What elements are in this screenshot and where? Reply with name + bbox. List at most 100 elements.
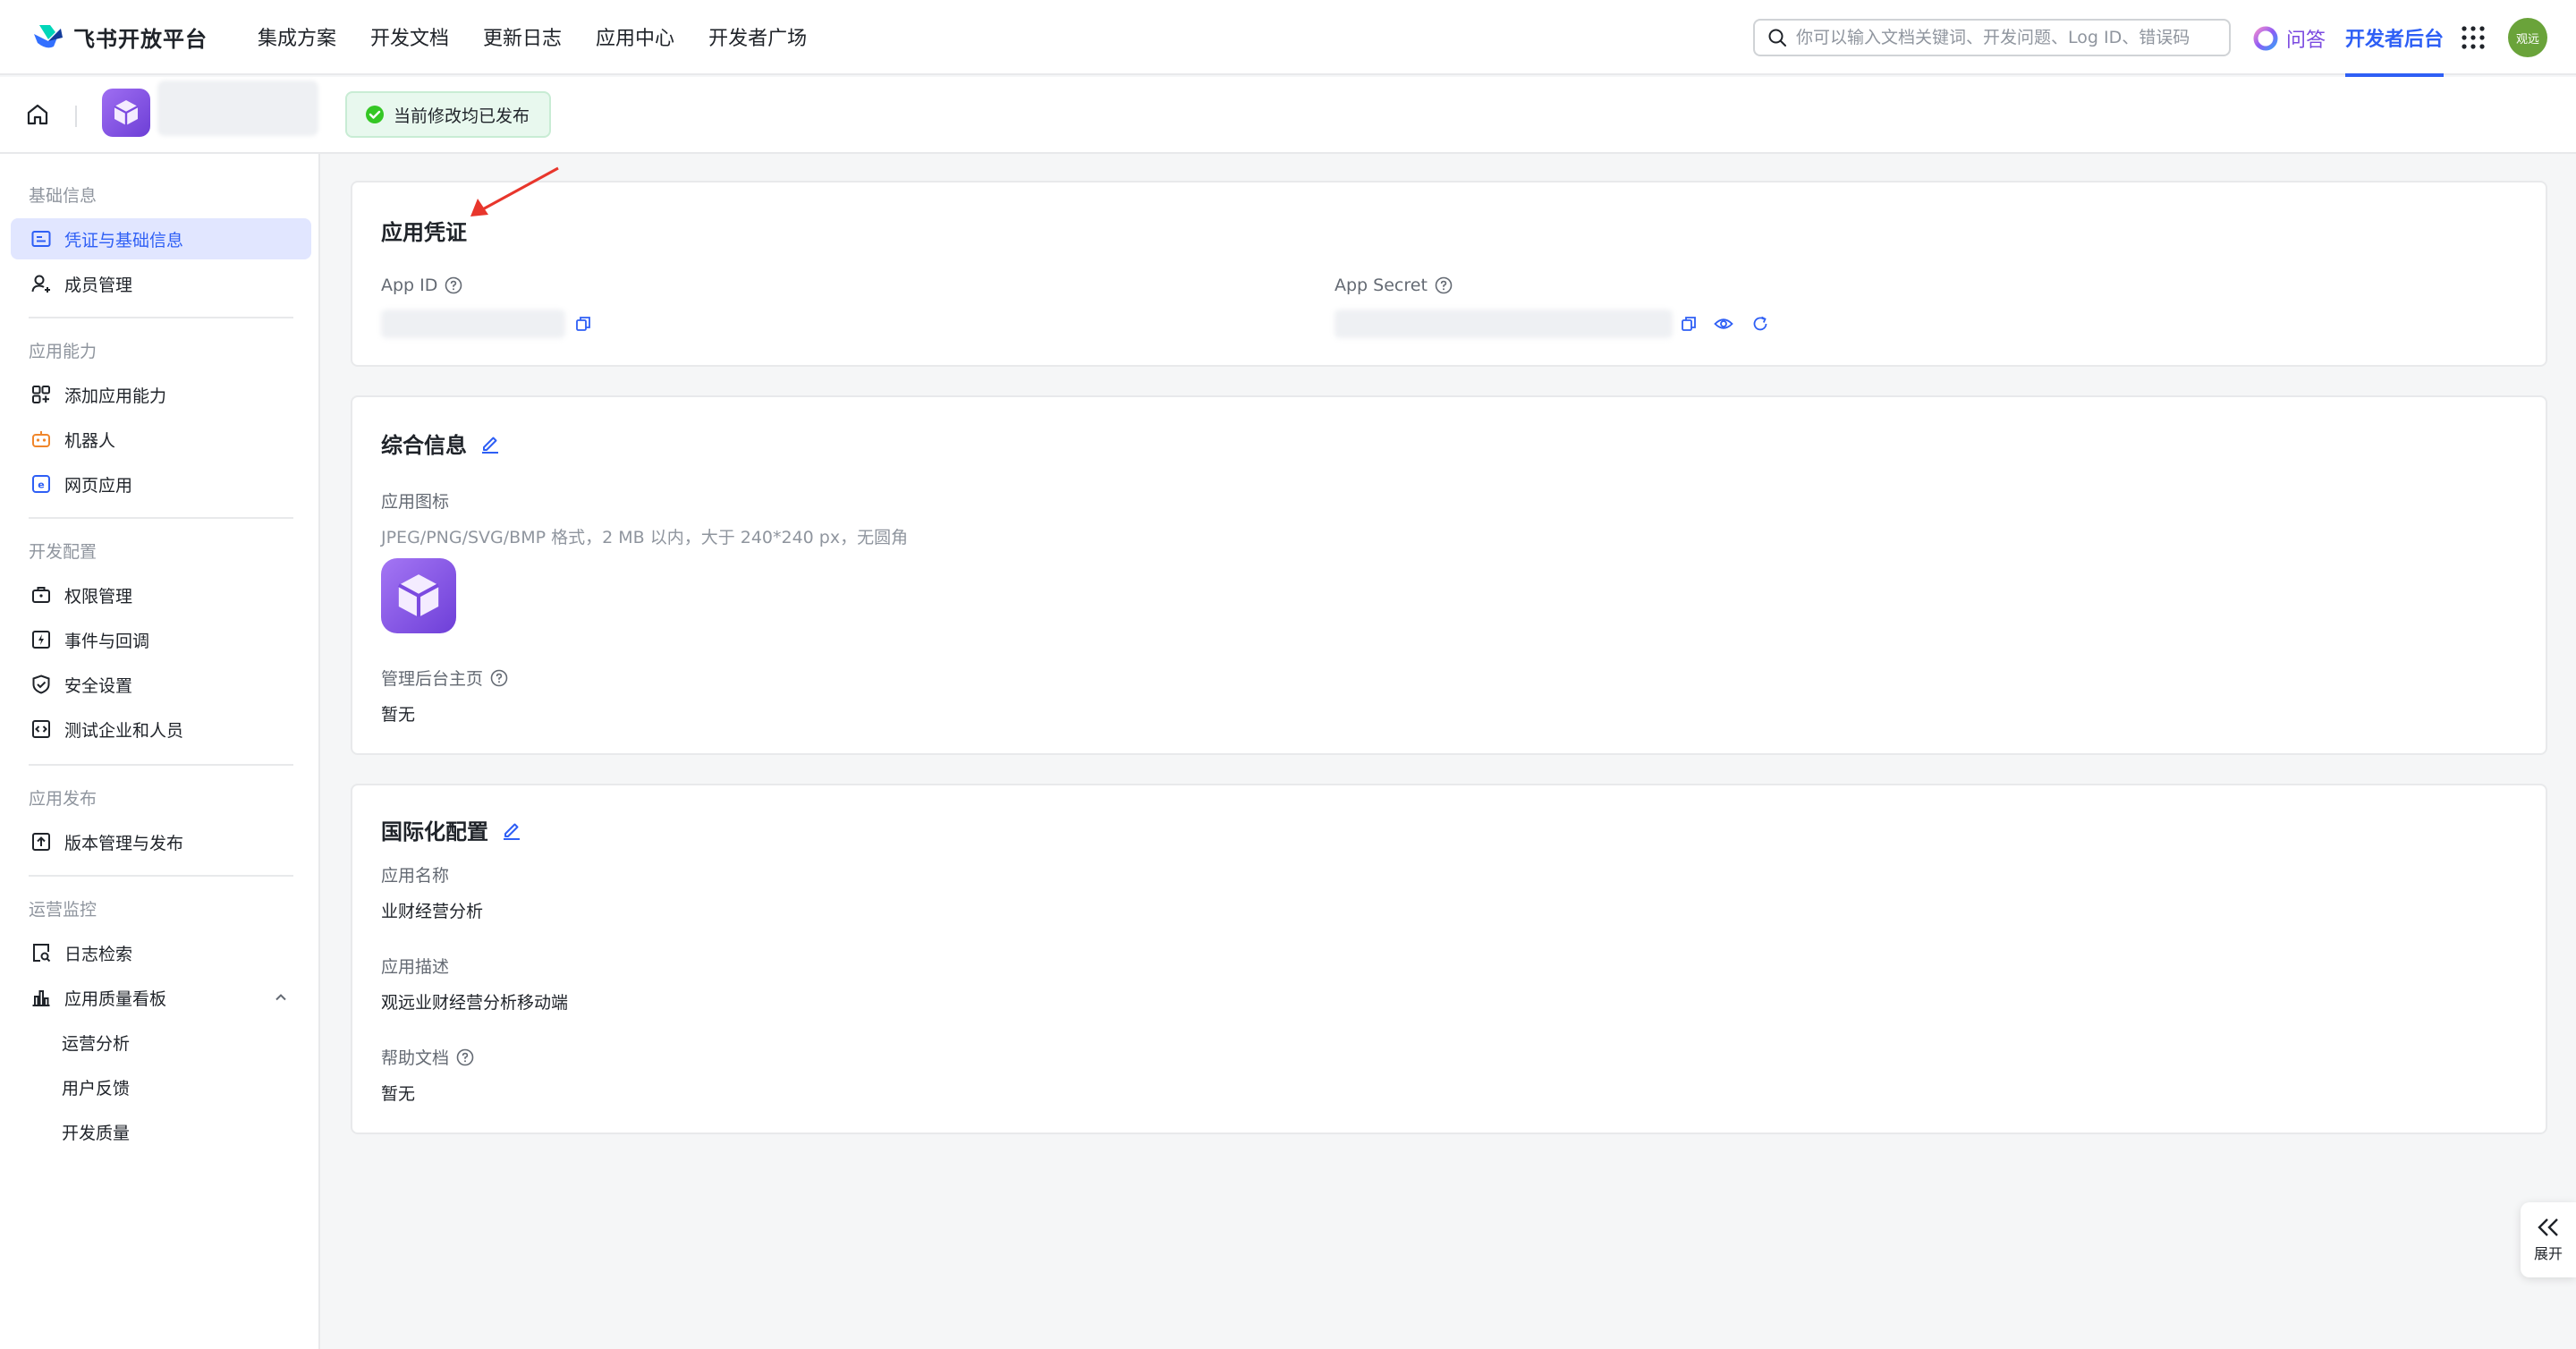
admin-home-label-text: 管理后台主页 [381, 669, 484, 689]
web-app-icon: e [32, 475, 50, 493]
sidebar-item-log-search[interactable]: 日志检索 [11, 932, 311, 973]
user-add-icon [31, 275, 50, 293]
ai-ring-icon [2253, 26, 2278, 51]
admin-home-label: 管理后台主页 [381, 666, 508, 690]
divider [29, 764, 293, 766]
chevron-up-icon[interactable] [272, 988, 290, 1006]
sidebar-subitem-feedback[interactable]: 用户反馈 [11, 1066, 311, 1107]
copy-icon[interactable] [1680, 315, 1698, 333]
expand-panel-button[interactable]: 展开 [2521, 1202, 2576, 1277]
sidebar-item-label: 添加应用能力 [64, 386, 167, 406]
main-nav: 集成方案 开发文档 更新日志 应用中心 开发者广场 [258, 22, 841, 51]
annotation-arrow-icon [470, 166, 559, 216]
help-icon[interactable] [1435, 276, 1453, 294]
sidebar-item-label: 权限管理 [64, 586, 133, 607]
status-text: 当前修改均已发布 [394, 106, 530, 126]
sidebar-item-quality-dashboard[interactable]: 应用质量看板 [11, 977, 311, 1018]
qa-button[interactable]: 问答 [2252, 24, 2326, 53]
copy-icon[interactable] [574, 315, 592, 333]
status-badge: 当前修改均已发布 [345, 91, 552, 138]
sidebar-item-label: 安全设置 [64, 675, 133, 696]
sidebar-item-members[interactable]: 成员管理 [11, 263, 311, 304]
code-box-icon [32, 720, 50, 738]
sidebar-item-web-app[interactable]: e 网页应用 [11, 463, 311, 505]
app-id-value-redacted [381, 310, 565, 338]
sidebar-item-bot[interactable]: 机器人 [11, 419, 311, 460]
bar-chart-icon [32, 990, 50, 1006]
home-icon[interactable] [25, 102, 50, 127]
edit-icon[interactable] [501, 819, 522, 841]
refresh-icon[interactable] [1751, 315, 1769, 333]
briefcase-icon [32, 587, 50, 603]
nav-link-app-center[interactable]: 应用中心 [596, 22, 674, 51]
app-icon-large[interactable] [381, 558, 456, 633]
app-icon [102, 89, 150, 137]
divider [29, 875, 293, 877]
sidebar-group-release: 应用发布 [29, 789, 97, 809]
general-title-text: 综合信息 [381, 433, 467, 458]
robot-icon [32, 431, 50, 447]
app-secret-value-redacted [1335, 310, 1673, 338]
edit-icon[interactable] [479, 433, 501, 454]
app-subheader: 当前修改均已发布 [0, 77, 2576, 154]
sidebar-item-label: 运营分析 [62, 1033, 131, 1054]
feishu-logo-icon [34, 25, 63, 48]
sidebar-subitem-operations[interactable]: 运营分析 [11, 1022, 311, 1063]
sidebar-item-versions[interactable]: 版本管理与发布 [11, 821, 311, 862]
admin-home-value: 暂无 [381, 705, 416, 725]
sidebar-item-credentials[interactable]: 凭证与基础信息 [11, 218, 311, 259]
dev-console-link[interactable]: 开发者后台 [2345, 0, 2445, 77]
sidebar-item-label: 开发质量 [62, 1123, 131, 1143]
app-name-redacted [157, 81, 318, 136]
nav-link-docs[interactable]: 开发文档 [370, 22, 449, 51]
help-icon[interactable] [490, 669, 508, 687]
sidebar-item-label: 事件与回调 [64, 631, 150, 651]
help-icon[interactable] [456, 1048, 474, 1066]
sidebar-item-permissions[interactable]: 权限管理 [11, 574, 311, 615]
app-id-label: App ID [381, 276, 462, 295]
svg-text:e: e [38, 479, 44, 491]
app-name-value: 业财经营分析 [381, 902, 484, 921]
app-desc-value: 观远业财经营分析移动端 [381, 993, 569, 1013]
help-doc-label: 帮助文档 [381, 1045, 474, 1069]
sidebar-group-monitoring: 运营监控 [29, 900, 97, 920]
id-card-icon [31, 231, 51, 247]
nav-link-changelog[interactable]: 更新日志 [483, 22, 562, 51]
apps-grid-icon[interactable] [2462, 26, 2485, 49]
log-search-icon [33, 944, 51, 963]
shield-icon [32, 674, 50, 694]
sidebar-item-label: 成员管理 [64, 275, 133, 295]
nav-link-dev-plaza[interactable]: 开发者广场 [708, 22, 807, 51]
help-icon[interactable] [445, 276, 462, 294]
app-icon-hint: JPEG/PNG/SVG/BMP 格式，2 MB 以内，大于 240*240 p… [381, 528, 909, 547]
app-desc-label: 应用描述 [381, 957, 450, 977]
apps-add-icon [32, 386, 50, 403]
nav-link-solutions[interactable]: 集成方案 [258, 22, 336, 51]
sidebar-group-basic: 基础信息 [29, 186, 97, 206]
upload-box-icon [32, 833, 50, 851]
sidebar-item-add-capability[interactable]: 添加应用能力 [11, 374, 311, 415]
sidebar-subitem-dev-quality[interactable]: 开发质量 [11, 1111, 311, 1152]
sidebar-item-label: 日志检索 [64, 944, 133, 964]
search-icon [1768, 29, 1786, 47]
app-icon-label: 应用图标 [381, 492, 450, 512]
brand-name: 飞书开放平台 [73, 26, 208, 52]
double-chevron-left-icon [2538, 1218, 2558, 1236]
search-input[interactable] [1796, 28, 2207, 47]
sidebar-item-label: 应用质量看板 [64, 988, 167, 1009]
sidebar-item-label: 版本管理与发布 [64, 833, 184, 853]
sidebar-group-capabilities: 应用能力 [29, 342, 97, 361]
brand[interactable]: 飞书开放平台 [30, 20, 208, 54]
sidebar-item-label: 测试企业和人员 [64, 720, 184, 741]
top-nav: 飞书开放平台 集成方案 开发文档 更新日志 应用中心 开发者广场 问答 开发者后… [0, 0, 2576, 77]
divider [29, 517, 293, 519]
eye-icon[interactable] [1714, 315, 1733, 333]
sidebar-item-test-tenants[interactable]: 测试企业和人员 [11, 708, 311, 750]
sidebar-item-security[interactable]: 安全设置 [11, 664, 311, 705]
app-secret-label-text: App Secret [1335, 276, 1428, 295]
avatar[interactable]: 观远 [2508, 18, 2547, 57]
sidebar-item-label: 用户反馈 [62, 1078, 131, 1099]
sidebar-item-events[interactable]: 事件与回调 [11, 619, 311, 660]
credentials-card: 应用凭证 App ID App Secret [351, 181, 2547, 367]
search-box[interactable] [1753, 19, 2231, 56]
